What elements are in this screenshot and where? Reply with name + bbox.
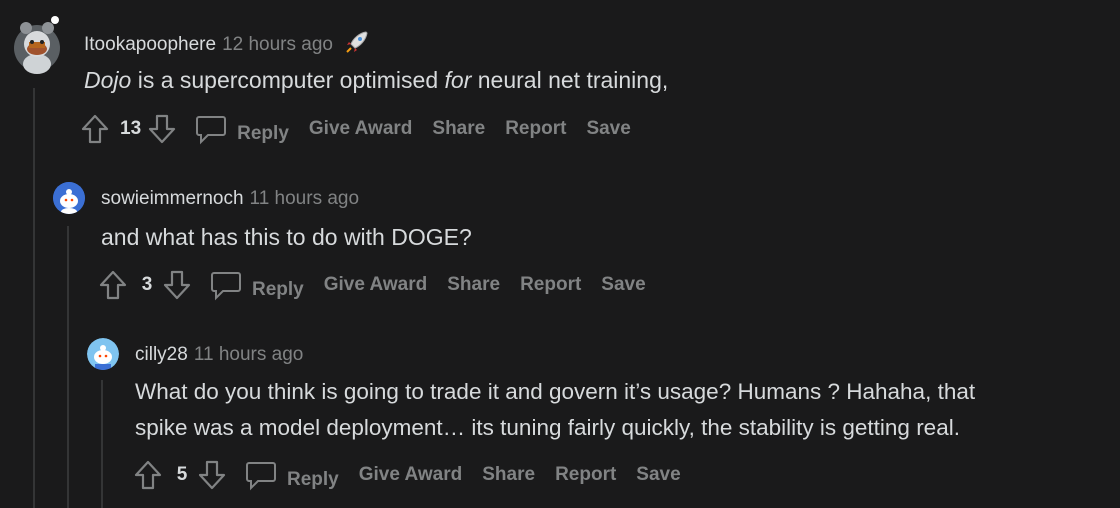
- share-button[interactable]: Share: [432, 118, 485, 140]
- body-emphasis: for: [444, 67, 472, 93]
- reply-button[interactable]: Reply: [245, 459, 339, 491]
- body-line: spike was a model deployment… its tuning…: [135, 415, 960, 440]
- comment-actions: 13 Reply Give Award Share Report Save: [80, 112, 631, 146]
- username[interactable]: Itookapoophere: [84, 34, 216, 55]
- avatar[interactable]: [53, 182, 85, 214]
- timestamp[interactable]: 11 hours ago: [194, 344, 304, 365]
- reply-label: Reply: [252, 279, 304, 300]
- timestamp[interactable]: 12 hours ago: [222, 34, 333, 55]
- reply-label: Reply: [287, 469, 339, 490]
- give-award-button[interactable]: Give Award: [309, 118, 413, 140]
- comment-body: and what has this to do with DOGE?: [101, 224, 472, 250]
- reply-label: Reply: [237, 123, 289, 144]
- comment-actions: 3 Reply Give Award Share Report Save: [98, 268, 646, 302]
- rocket-icon: [344, 29, 370, 61]
- give-award-button[interactable]: Give Award: [359, 464, 463, 486]
- report-button[interactable]: Report: [505, 118, 566, 140]
- save-button[interactable]: Save: [636, 464, 680, 486]
- body-text: is a supercomputer optimised: [131, 67, 445, 93]
- thread-line-level-1[interactable]: [33, 88, 35, 508]
- vote-score: 5: [176, 464, 188, 485]
- upvote-icon[interactable]: [133, 459, 163, 491]
- comment-body: Dojo is a supercomputer optimised for ne…: [84, 62, 668, 98]
- reply-button[interactable]: Reply: [195, 113, 289, 145]
- body-text: neural net training,: [471, 67, 669, 93]
- share-button[interactable]: Share: [447, 274, 500, 296]
- thread-line-level-2[interactable]: [67, 226, 69, 508]
- report-button[interactable]: Report: [555, 464, 616, 486]
- save-button[interactable]: Save: [586, 118, 630, 140]
- comment-bubble-icon: [245, 459, 277, 491]
- vote-score: 13: [120, 118, 142, 139]
- report-button[interactable]: Report: [520, 274, 581, 296]
- thread-line-level-3[interactable]: [101, 380, 103, 508]
- reply-button[interactable]: Reply: [210, 269, 304, 301]
- avatar[interactable]: [87, 338, 119, 370]
- give-award-button[interactable]: Give Award: [324, 274, 428, 296]
- upvote-icon[interactable]: [80, 113, 110, 145]
- downvote-icon[interactable]: [147, 113, 177, 145]
- username[interactable]: cilly28: [135, 344, 188, 365]
- comment-bubble-icon: [195, 113, 227, 145]
- comment-body: What do you think is going to trade it a…: [135, 374, 975, 446]
- avatar[interactable]: [12, 16, 62, 74]
- downvote-icon[interactable]: [162, 269, 192, 301]
- downvote-icon[interactable]: [197, 459, 227, 491]
- vote-score: 3: [141, 274, 153, 295]
- timestamp[interactable]: 11 hours ago: [250, 188, 360, 209]
- comment-actions: 5 Reply Give Award Share Report Save: [133, 458, 681, 492]
- body-line: What do you think is going to trade it a…: [135, 379, 976, 404]
- body-emphasis: Dojo: [84, 67, 132, 93]
- comment-bubble-icon: [210, 269, 242, 301]
- upvote-icon[interactable]: [98, 269, 128, 301]
- save-button[interactable]: Save: [601, 274, 645, 296]
- username[interactable]: sowieimmernoch: [101, 188, 244, 209]
- share-button[interactable]: Share: [482, 464, 535, 486]
